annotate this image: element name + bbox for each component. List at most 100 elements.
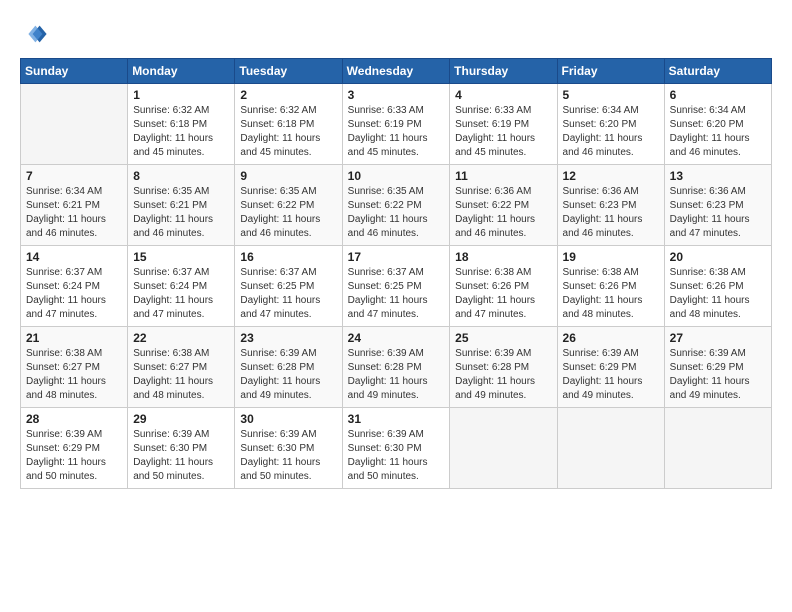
day-info: Sunrise: 6:35 AMSunset: 6:22 PMDaylight:…: [348, 185, 445, 241]
calendar-cell: 29 Sunrise: 6:39 AMSunset: 6:30 PMDayligh…: [128, 408, 235, 489]
calendar-header-tuesday: Tuesday: [235, 59, 342, 84]
calendar-cell: 8Sunrise: 6:35 AMSunset: 6:21 PMDaylight…: [128, 165, 235, 246]
day-number: 9: [240, 169, 336, 183]
day-number: 15: [133, 250, 229, 264]
day-info: Sunrise: 6:39 AMSunset: 6:29 PMDaylight:…: [26, 428, 122, 484]
day-info: Sunrise: 6:38 AMSunset: 6:27 PMDaylight:…: [133, 347, 229, 403]
general-blue-logo-icon: [20, 20, 48, 48]
calendar-cell: 5 Sunrise: 6:34 AMSunset: 6:20 PMDaylight…: [557, 84, 664, 165]
day-number: 23: [240, 331, 336, 345]
calendar-cell: 11 Sunrise: 6:36 AMSunset: 6:22 PMDayligh…: [450, 165, 557, 246]
day-info: Sunrise: 6:35 AMSunset: 6:22 PMDaylight:…: [240, 185, 336, 241]
day-info: Sunrise: 6:36 AMSunset: 6:23 PMDaylight:…: [670, 185, 766, 241]
calendar-cell: 24 Sunrise: 6:39 AMSunset: 6:28 PMDayligh…: [342, 327, 450, 408]
day-number: 29: [133, 412, 229, 426]
calendar-cell: 6Sunrise: 6:34 AMSunset: 6:20 PMDaylight…: [664, 84, 771, 165]
calendar-cell: 31Sunrise: 6:39 AMSunset: 6:30 PMDayligh…: [342, 408, 450, 489]
day-number: 2: [240, 88, 336, 102]
day-number: 4: [455, 88, 551, 102]
calendar-cell: 27 Sunrise: 6:39 AMSunset: 6:29 PMDayligh…: [664, 327, 771, 408]
day-number: 20: [670, 250, 766, 264]
day-number: 26: [563, 331, 659, 345]
calendar-header-wednesday: Wednesday: [342, 59, 450, 84]
day-info: Sunrise: 6:38 AMSunset: 6:26 PMDaylight:…: [563, 266, 659, 322]
calendar-header-row: SundayMondayTuesdayWednesdayThursdayFrid…: [21, 59, 772, 84]
calendar-week-row: 1 Sunrise: 6:32 AMSunset: 6:18 PMDaylight…: [21, 84, 772, 165]
calendar-cell: 13 Sunrise: 6:36 AMSunset: 6:23 PMDayligh…: [664, 165, 771, 246]
calendar-week-row: 7 Sunrise: 6:34 AMSunset: 6:21 PMDaylight…: [21, 165, 772, 246]
calendar-cell: 1 Sunrise: 6:32 AMSunset: 6:18 PMDaylight…: [128, 84, 235, 165]
calendar-cell: 25Sunrise: 6:39 AMSunset: 6:28 PMDayligh…: [450, 327, 557, 408]
day-number: 28: [26, 412, 122, 426]
calendar-table: SundayMondayTuesdayWednesdayThursdayFrid…: [20, 58, 772, 489]
calendar-header-monday: Monday: [128, 59, 235, 84]
calendar-header-friday: Friday: [557, 59, 664, 84]
day-number: 22: [133, 331, 229, 345]
day-number: 27: [670, 331, 766, 345]
logo: [20, 20, 52, 48]
calendar-header-sunday: Sunday: [21, 59, 128, 84]
calendar-cell: 2 Sunrise: 6:32 AMSunset: 6:18 PMDaylight…: [235, 84, 342, 165]
calendar-cell: 14 Sunrise: 6:37 AMSunset: 6:24 PMDayligh…: [21, 246, 128, 327]
day-info: Sunrise: 6:36 AMSunset: 6:23 PMDaylight:…: [563, 185, 659, 241]
calendar-cell: [21, 84, 128, 165]
day-info: Sunrise: 6:37 AMSunset: 6:24 PMDaylight:…: [26, 266, 122, 322]
day-number: 8: [133, 169, 229, 183]
calendar-week-row: 21Sunrise: 6:38 AMSunset: 6:27 PMDayligh…: [21, 327, 772, 408]
day-number: 31: [348, 412, 445, 426]
day-number: 5: [563, 88, 659, 102]
day-info: Sunrise: 6:39 AMSunset: 6:29 PMDaylight:…: [670, 347, 766, 403]
day-info: Sunrise: 6:32 AMSunset: 6:18 PMDaylight:…: [133, 104, 229, 160]
day-info: Sunrise: 6:34 AMSunset: 6:20 PMDaylight:…: [563, 104, 659, 160]
day-number: 16: [240, 250, 336, 264]
calendar-cell: 7 Sunrise: 6:34 AMSunset: 6:21 PMDaylight…: [21, 165, 128, 246]
calendar-cell: 30 Sunrise: 6:39 AMSunset: 6:30 PMDayligh…: [235, 408, 342, 489]
day-info: Sunrise: 6:37 AMSunset: 6:25 PMDaylight:…: [348, 266, 445, 322]
calendar-cell: 23 Sunrise: 6:39 AMSunset: 6:28 PMDayligh…: [235, 327, 342, 408]
day-info: Sunrise: 6:39 AMSunset: 6:30 PMDaylight:…: [240, 428, 336, 484]
calendar-cell: 16 Sunrise: 6:37 AMSunset: 6:25 PMDayligh…: [235, 246, 342, 327]
day-number: 24: [348, 331, 445, 345]
day-number: 13: [670, 169, 766, 183]
calendar-cell: 12 Sunrise: 6:36 AMSunset: 6:23 PMDayligh…: [557, 165, 664, 246]
day-info: Sunrise: 6:32 AMSunset: 6:18 PMDaylight:…: [240, 104, 336, 160]
day-number: 12: [563, 169, 659, 183]
calendar-cell: [557, 408, 664, 489]
day-number: 7: [26, 169, 122, 183]
day-number: 11: [455, 169, 551, 183]
day-info: Sunrise: 6:38 AMSunset: 6:26 PMDaylight:…: [670, 266, 766, 322]
calendar-header-saturday: Saturday: [664, 59, 771, 84]
page-header: [20, 20, 772, 48]
day-number: 1: [133, 88, 229, 102]
calendar-cell: [664, 408, 771, 489]
calendar-header-thursday: Thursday: [450, 59, 557, 84]
calendar-cell: 22 Sunrise: 6:38 AMSunset: 6:27 PMDayligh…: [128, 327, 235, 408]
calendar-week-row: 14 Sunrise: 6:37 AMSunset: 6:24 PMDayligh…: [21, 246, 772, 327]
day-info: Sunrise: 6:37 AMSunset: 6:24 PMDaylight:…: [133, 266, 229, 322]
day-number: 14: [26, 250, 122, 264]
calendar-cell: 20 Sunrise: 6:38 AMSunset: 6:26 PMDayligh…: [664, 246, 771, 327]
calendar-cell: 17 Sunrise: 6:37 AMSunset: 6:25 PMDayligh…: [342, 246, 450, 327]
calendar-cell: 18 Sunrise: 6:38 AMSunset: 6:26 PMDayligh…: [450, 246, 557, 327]
day-number: 10: [348, 169, 445, 183]
day-info: Sunrise: 6:39 AMSunset: 6:28 PMDaylight:…: [348, 347, 445, 403]
calendar-cell: 4 Sunrise: 6:33 AMSunset: 6:19 PMDaylight…: [450, 84, 557, 165]
day-number: 17: [348, 250, 445, 264]
calendar-cell: 9 Sunrise: 6:35 AMSunset: 6:22 PMDaylight…: [235, 165, 342, 246]
day-info: Sunrise: 6:38 AMSunset: 6:26 PMDaylight:…: [455, 266, 551, 322]
day-info: Sunrise: 6:38 AMSunset: 6:27 PMDaylight:…: [26, 347, 122, 403]
day-info: Sunrise: 6:34 AMSunset: 6:21 PMDaylight:…: [26, 185, 122, 241]
calendar-week-row: 28 Sunrise: 6:39 AMSunset: 6:29 PMDayligh…: [21, 408, 772, 489]
day-info: Sunrise: 6:39 AMSunset: 6:30 PMDaylight:…: [133, 428, 229, 484]
calendar-cell: 10 Sunrise: 6:35 AMSunset: 6:22 PMDayligh…: [342, 165, 450, 246]
calendar-cell: 28 Sunrise: 6:39 AMSunset: 6:29 PMDayligh…: [21, 408, 128, 489]
day-number: 30: [240, 412, 336, 426]
day-info: Sunrise: 6:33 AMSunset: 6:19 PMDaylight:…: [348, 104, 445, 160]
day-info: Sunrise: 6:34 AMSunset: 6:20 PMDaylight:…: [670, 104, 766, 160]
day-number: 18: [455, 250, 551, 264]
day-info: Sunrise: 6:33 AMSunset: 6:19 PMDaylight:…: [455, 104, 551, 160]
day-info: Sunrise: 6:36 AMSunset: 6:22 PMDaylight:…: [455, 185, 551, 241]
day-info: Sunrise: 6:39 AMSunset: 6:28 PMDaylight:…: [240, 347, 336, 403]
day-info: Sunrise: 6:37 AMSunset: 6:25 PMDaylight:…: [240, 266, 336, 322]
calendar-cell: [450, 408, 557, 489]
